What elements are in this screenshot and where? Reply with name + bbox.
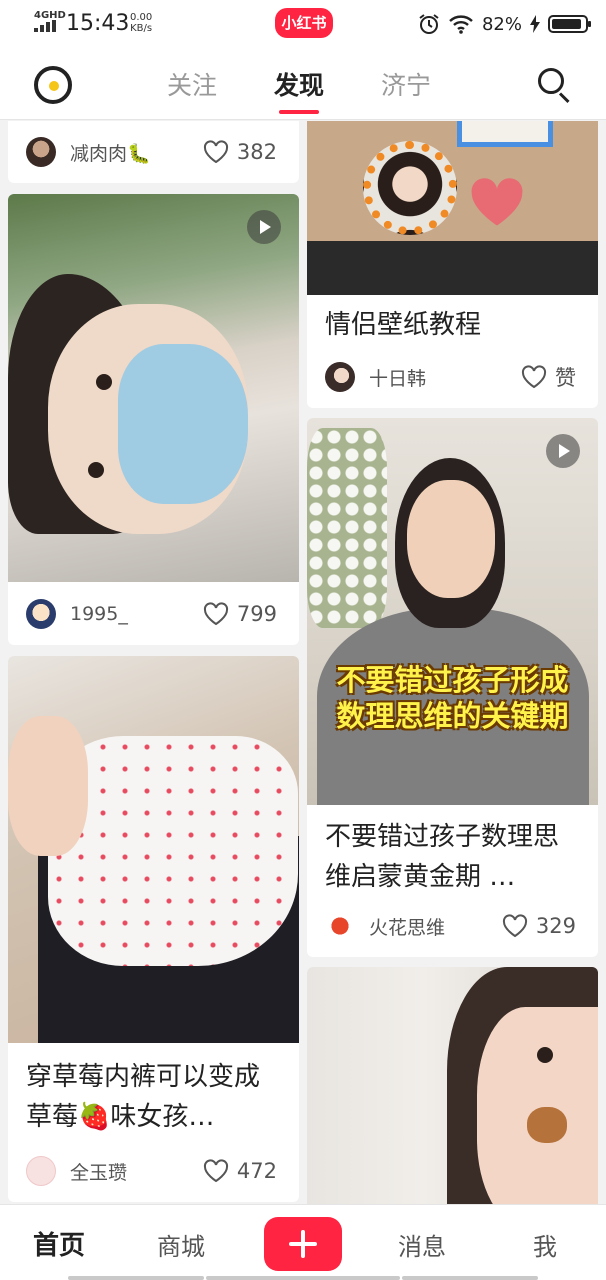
eye-shape (537, 1047, 553, 1063)
avatar[interactable] (26, 599, 56, 629)
tab-discover[interactable]: 发现 (274, 66, 324, 114)
charging-icon (530, 15, 540, 33)
avatar[interactable] (325, 362, 355, 392)
face-mask-shape (118, 344, 248, 504)
nav-messages[interactable]: 消息 (398, 1227, 446, 1262)
author-name[interactable]: 火花思维 (369, 913, 502, 940)
eye-shape (96, 374, 112, 390)
frame-shape (457, 121, 553, 147)
hand-shape (8, 716, 88, 856)
like-count: 472 (236, 1159, 277, 1183)
feed: 减肉肉🐛 382 1995_ 799 穿草莓内裤可以变成草莓🍓味女孩… 全玉瓒 … (0, 121, 606, 1204)
portrait-sticker (363, 141, 457, 235)
speed-unit: KB/s (130, 23, 153, 34)
heart-sticker-icon (471, 178, 523, 226)
cover-caption-line: 数理思维的关键期 (336, 699, 569, 733)
heart-icon (203, 140, 228, 164)
gesture-bar (402, 1276, 538, 1280)
card-cover-image[interactable] (307, 967, 598, 1204)
clock: 15:43 (66, 11, 130, 36)
top-nav: 关注 发现 济宁 (0, 48, 606, 120)
avatar[interactable] (325, 911, 355, 941)
like-count: 329 (535, 914, 576, 938)
tab-follow[interactable]: 关注 (167, 66, 217, 102)
eye-shape (88, 462, 104, 478)
search-icon[interactable] (538, 68, 572, 104)
like-button[interactable]: 472 (203, 1159, 277, 1183)
card-meta: 全玉瓒 472 (26, 1140, 277, 1202)
cover-caption: 不要错过孩子形成 数理思维的关键期 (307, 662, 598, 734)
like-button[interactable]: 329 (502, 914, 576, 938)
like-button[interactable]: 赞 (521, 362, 576, 392)
avatar[interactable] (26, 137, 56, 167)
card-title[interactable]: 情侣壁纸教程 (307, 305, 598, 345)
wifi-icon (449, 15, 473, 34)
battery-percent: 82% (481, 13, 522, 35)
face-shape (477, 1007, 598, 1204)
heart-icon (203, 1159, 228, 1183)
camera-lens-icon[interactable] (34, 66, 72, 104)
heart-icon (521, 365, 547, 389)
card-title[interactable]: 不要错过孩子数理思维启蒙黄金期 … (307, 817, 598, 897)
like-count: 赞 (555, 366, 576, 390)
author-name[interactable]: 全玉瓒 (70, 1158, 203, 1185)
battery-icon (548, 15, 591, 33)
status-right: 82% (418, 10, 591, 38)
tab-local-city[interactable]: 济宁 (381, 66, 431, 102)
heart-icon (502, 914, 527, 938)
card-cover-image[interactable] (307, 121, 598, 295)
nav-me[interactable]: 我 (533, 1227, 557, 1262)
card-title[interactable]: 穿草莓内裤可以变成草莓🍓味女孩… (8, 1057, 299, 1137)
speed-value: 0.00 (130, 12, 153, 23)
card-meta: 减肉肉🐛 382 (26, 121, 277, 183)
flowers-shape (307, 428, 387, 628)
bottom-nav: 首页 商城 消息 我 (0, 1204, 606, 1280)
heart-icon (203, 602, 228, 626)
network-speed: 0.00 KB/s (130, 12, 152, 34)
nav-mall[interactable]: 商城 (157, 1227, 205, 1262)
note-card[interactable]: 减肉肉🐛 382 (8, 121, 299, 183)
status-bar: 4GHD 15:43 0.00 KB/s 小红书 82% (0, 0, 606, 48)
gesture-bar (206, 1276, 400, 1280)
card-meta: 1995_ 799 (26, 583, 277, 645)
like-count: 382 (236, 140, 277, 164)
author-name[interactable]: 减肉肉🐛 (70, 139, 203, 166)
card-cover-image[interactable]: 不要错过孩子形成 数理思维的关键期 (307, 418, 598, 805)
card-meta: 火花思维 329 (325, 895, 576, 957)
note-card[interactable]: 1995_ 799 (8, 194, 299, 645)
app-badge: 小红书 (275, 8, 333, 38)
cover-caption-line: 不要错过孩子形成 (336, 663, 569, 697)
signal-icon (34, 20, 58, 32)
play-icon (247, 210, 281, 244)
alarm-icon (419, 14, 439, 34)
author-name[interactable]: 十日韩 (369, 364, 521, 391)
editor-toolbar-shape (307, 241, 598, 295)
note-card[interactable]: 情侣壁纸教程 十日韩 赞 (307, 121, 598, 408)
play-icon (546, 434, 580, 468)
bear-sticker (527, 1107, 567, 1143)
card-cover-image[interactable] (8, 194, 299, 582)
like-button[interactable]: 799 (203, 602, 277, 626)
note-card[interactable]: 穿草莓内裤可以变成草莓🍓味女孩… 全玉瓒 472 (8, 656, 299, 1202)
gesture-bar (68, 1276, 204, 1280)
plus-icon[interactable] (264, 1217, 342, 1271)
note-card[interactable] (307, 967, 598, 1204)
like-button[interactable]: 382 (203, 140, 277, 164)
avatar[interactable] (26, 1156, 56, 1186)
face-shape (407, 480, 495, 598)
nav-home[interactable]: 首页 (33, 1225, 85, 1262)
like-count: 799 (236, 602, 277, 626)
note-card[interactable]: 不要错过孩子形成 数理思维的关键期 不要错过孩子数理思维启蒙黄金期 … 火花思维… (307, 418, 598, 957)
card-meta: 十日韩 赞 (325, 346, 576, 408)
card-cover-image[interactable] (8, 656, 299, 1043)
author-name[interactable]: 1995_ (70, 603, 203, 625)
